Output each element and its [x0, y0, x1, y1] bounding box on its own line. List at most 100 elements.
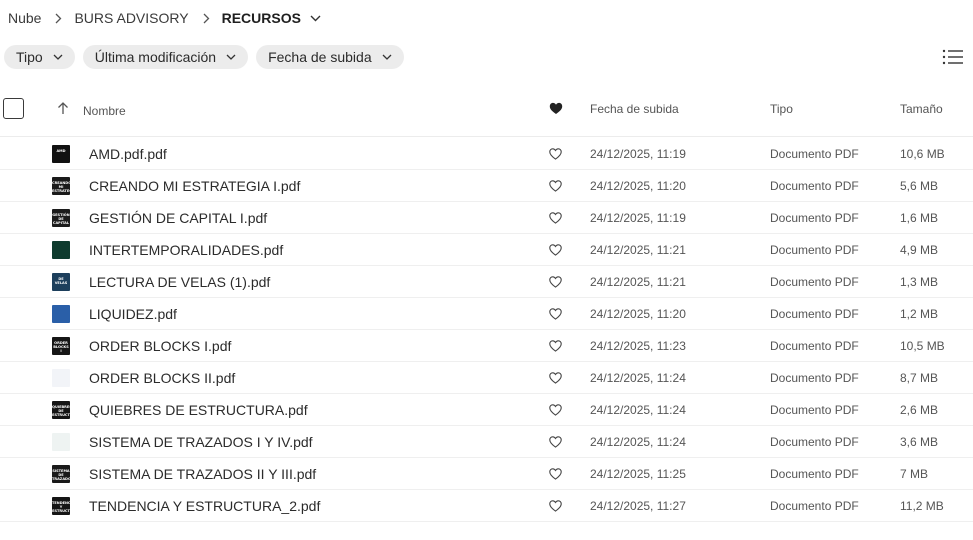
pdf-thumbnail-icon: AMD	[52, 145, 70, 163]
filter-type-label: Tipo	[16, 49, 43, 65]
arrow-up-icon[interactable]	[57, 102, 69, 118]
file-name[interactable]: LECTURA DE VELAS (1).pdf	[89, 274, 270, 290]
column-header-type[interactable]: Tipo	[770, 102, 793, 116]
table-row[interactable]: AMD AMD.pdf.pdf 24/12/2025, 11:19 Documento…	[0, 138, 973, 170]
pdf-thumbnail-icon: CREANDO MI ESTRATEGIA	[52, 177, 70, 195]
chevron-down-icon	[382, 54, 392, 60]
file-upload-date: 24/12/2025, 11:21	[590, 275, 686, 289]
pdf-thumbnail-icon: QUIEBRES DE ESTRUCT	[52, 401, 70, 419]
file-name[interactable]: GESTIÓN DE CAPITAL I.pdf	[89, 210, 267, 226]
file-size: 2,6 MB	[900, 403, 939, 417]
heart-outline-icon[interactable]	[549, 500, 562, 515]
file-type: Documento PDF	[770, 467, 859, 481]
file-name[interactable]: CREANDO MI ESTRATEGIA I.pdf	[89, 178, 300, 194]
file-name[interactable]: SISTEMA DE TRAZADOS II Y III.pdf	[89, 466, 316, 482]
pdf-thumbnail-icon	[52, 369, 70, 387]
chevron-right-icon	[203, 13, 210, 24]
thumbnail-label: AMD	[56, 149, 66, 153]
chevron-down-icon	[53, 54, 63, 60]
file-size: 8,7 MB	[900, 371, 939, 385]
file-size: 3,6 MB	[900, 435, 939, 449]
file-name[interactable]: INTERTEMPORALIDADES.pdf	[89, 242, 283, 258]
file-size: 10,5 MB	[900, 339, 945, 353]
file-upload-date: 24/12/2025, 11:19	[590, 211, 686, 225]
table-row[interactable]: TENDENCIA Y ESTRUCT TENDENCIA Y ESTRUCTUR…	[0, 490, 973, 522]
table-row[interactable]: QUIEBRES DE ESTRUCT QUIEBRES DE ESTRUCTUR…	[0, 394, 973, 426]
file-upload-date: 24/12/2025, 11:24	[590, 403, 686, 417]
file-upload-date: 24/12/2025, 11:21	[590, 243, 686, 257]
table-row[interactable]: ORDER BLOCKS II.pdf 24/12/2025, 11:24 Docu…	[0, 362, 973, 394]
table-row[interactable]: INTERTEMPORALIDADES.pdf 24/12/2025, 11:21…	[0, 234, 973, 266]
file-size: 1,6 MB	[900, 211, 939, 225]
heart-outline-icon[interactable]	[549, 180, 562, 195]
filter-upload-date-label: Fecha de subida	[268, 49, 372, 65]
heart-outline-icon[interactable]	[549, 244, 562, 259]
filter-last-modified-label: Última modificación	[94, 49, 217, 65]
column-header-name[interactable]: Nombre	[83, 104, 126, 118]
file-upload-date: 24/12/2025, 11:19	[590, 147, 686, 161]
file-name[interactable]: ORDER BLOCKS I.pdf	[89, 338, 231, 354]
filter-bar: Tipo Última modificación Fecha de subida	[4, 45, 404, 69]
thumbnail-label: DE VELAS	[54, 277, 68, 285]
pdf-thumbnail-icon	[52, 433, 70, 451]
table-row[interactable]: CREANDO MI ESTRATEGIA CREANDO MI ESTRATEG…	[0, 170, 973, 202]
file-size: 5,6 MB	[900, 179, 939, 193]
file-name[interactable]: AMD.pdf.pdf	[89, 146, 167, 162]
file-upload-date: 24/12/2025, 11:20	[590, 179, 686, 193]
file-type: Documento PDF	[770, 211, 859, 225]
thumbnail-label: GESTIÓN DE CAPITAL	[52, 213, 70, 225]
file-name[interactable]: QUIEBRES DE ESTRUCTURA.pdf	[89, 402, 308, 418]
table-row[interactable]: ORDER BLOCKS I ORDER BLOCKS I.pdf 24/12/20…	[0, 330, 973, 362]
file-name[interactable]: SISTEMA DE TRAZADOS I Y IV.pdf	[89, 434, 313, 450]
column-header-uploaded[interactable]: Fecha de subida	[590, 102, 679, 116]
pdf-thumbnail-icon: ORDER BLOCKS I	[52, 337, 70, 355]
file-name[interactable]: LIQUIDEZ.pdf	[89, 306, 177, 322]
breadcrumb-item-burs-advisory[interactable]: BURS ADVISORY	[74, 10, 188, 26]
file-upload-date: 24/12/2025, 11:20	[590, 307, 686, 321]
heart-outline-icon[interactable]	[549, 276, 562, 291]
table-header: Nombre Fecha de subida Tipo Tamaño	[0, 88, 973, 137]
breadcrumb: Nube BURS ADVISORY RECURSOS	[0, 0, 321, 36]
breadcrumb-item-nube[interactable]: Nube	[8, 10, 41, 26]
list-view-icon[interactable]	[942, 47, 964, 67]
heart-outline-icon[interactable]	[549, 148, 562, 163]
table-row[interactable]: SISTEMA DE TRAZADOS SISTEMA DE TRAZADOS I…	[0, 458, 973, 490]
heart-outline-icon[interactable]	[549, 372, 562, 387]
pdf-thumbnail-icon: TENDENCIA Y ESTRUCT	[52, 497, 70, 515]
table-row[interactable]: LIQUIDEZ.pdf 24/12/2025, 11:20 Documento P…	[0, 298, 973, 330]
heart-outline-icon[interactable]	[549, 468, 562, 483]
column-header-size[interactable]: Tamaño	[900, 102, 943, 116]
heart-filled-icon[interactable]	[549, 102, 563, 118]
thumbnail-label: QUIEBRES DE ESTRUCT	[52, 405, 70, 417]
chevron-down-icon[interactable]	[310, 15, 321, 22]
filter-last-modified-chip[interactable]: Última modificación	[82, 45, 249, 69]
file-name[interactable]: TENDENCIA Y ESTRUCTURA_2.pdf	[89, 498, 320, 514]
file-upload-date: 24/12/2025, 11:24	[590, 371, 686, 385]
thumbnail-label: TENDENCIA Y ESTRUCT	[52, 501, 70, 513]
select-all-checkbox[interactable]	[3, 98, 24, 119]
pdf-thumbnail-icon: DE VELAS	[52, 273, 70, 291]
file-type: Documento PDF	[770, 243, 859, 257]
file-type: Documento PDF	[770, 403, 859, 417]
table-row[interactable]: SISTEMA DE TRAZADOS I Y IV.pdf 24/12/2025…	[0, 426, 973, 458]
heart-outline-icon[interactable]	[549, 436, 562, 451]
pdf-thumbnail-icon: GESTIÓN DE CAPITAL	[52, 209, 70, 227]
breadcrumb-current-folder[interactable]: RECURSOS	[222, 10, 301, 26]
heart-outline-icon[interactable]	[549, 404, 562, 419]
table-row[interactable]: GESTIÓN DE CAPITAL GESTIÓN DE CAPITAL I.p…	[0, 202, 973, 234]
heart-outline-icon[interactable]	[549, 212, 562, 227]
chevron-right-icon	[55, 13, 62, 24]
file-name[interactable]: ORDER BLOCKS II.pdf	[89, 370, 235, 386]
thumbnail-label: CREANDO MI ESTRATEGIA	[52, 181, 70, 193]
heart-outline-icon[interactable]	[549, 340, 562, 355]
file-size: 1,2 MB	[900, 307, 939, 321]
filter-upload-date-chip[interactable]: Fecha de subida	[256, 45, 404, 69]
heart-outline-icon[interactable]	[549, 308, 562, 323]
thumbnail-label: SISTEMA DE TRAZADOS	[52, 469, 70, 481]
filter-type-chip[interactable]: Tipo	[4, 45, 75, 69]
file-size: 7 MB	[900, 467, 929, 481]
table-row[interactable]: DE VELAS LECTURA DE VELAS (1).pdf 24/12/20…	[0, 266, 973, 298]
file-type: Documento PDF	[770, 179, 859, 193]
pdf-thumbnail-icon: SISTEMA DE TRAZADOS	[52, 465, 70, 483]
pdf-thumbnail-icon	[52, 305, 70, 323]
